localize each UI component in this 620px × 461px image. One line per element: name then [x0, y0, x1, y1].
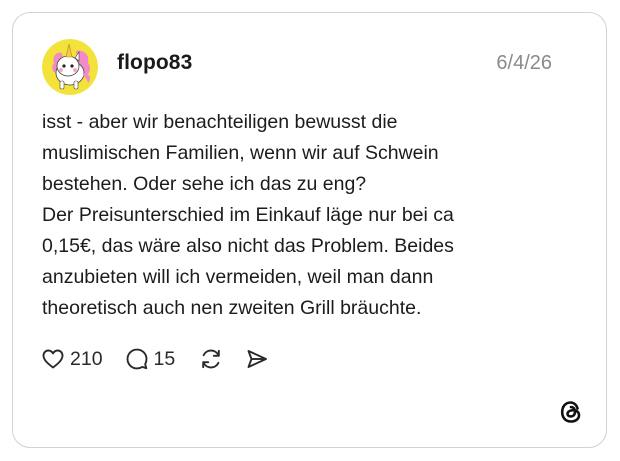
post-date: 6/4/26 [496, 52, 552, 74]
like-count: 210 [70, 347, 103, 370]
share-button[interactable] [245, 347, 269, 371]
repost-icon [202, 349, 220, 369]
post-body-line: muslimischen Familien, wenn wir auf Schw… [42, 142, 439, 164]
unicorn-avatar-icon [42, 39, 98, 95]
heart-icon [42, 349, 64, 369]
like-button[interactable]: 210 [41, 347, 103, 371]
comment-icon [126, 348, 147, 370]
reply-count: 15 [153, 347, 176, 370]
threads-logo-icon [558, 399, 584, 425]
post-body-line: Der Preisunterschied im Einkauf läge nur… [42, 204, 454, 226]
post-body-line: theoretisch auch nen zweiten Grill bräuc… [42, 297, 422, 319]
repost-button[interactable] [199, 347, 223, 371]
username[interactable]: flopo83 [117, 51, 192, 75]
post-body-line: anzubieten will ich vermeiden, weil man … [42, 266, 434, 288]
post-body-line: isst - aber wir benachteiligen bewusst d… [42, 111, 398, 133]
post-body-line: 0,15€, das wäre also nicht das Problem. … [42, 235, 454, 257]
reply-button[interactable]: 15 [125, 347, 176, 371]
avatar[interactable] [42, 39, 98, 95]
share-icon [247, 350, 268, 368]
post-body: isst - aber wir benachteiligen bewusst d… [42, 107, 587, 324]
post-card: flopo83 6/4/26 isst - aber wir benachtei… [12, 12, 607, 448]
post-body-line: bestehen. Oder sehe ich das zu eng? [42, 173, 367, 195]
action-bar: 210 15 [41, 345, 269, 373]
